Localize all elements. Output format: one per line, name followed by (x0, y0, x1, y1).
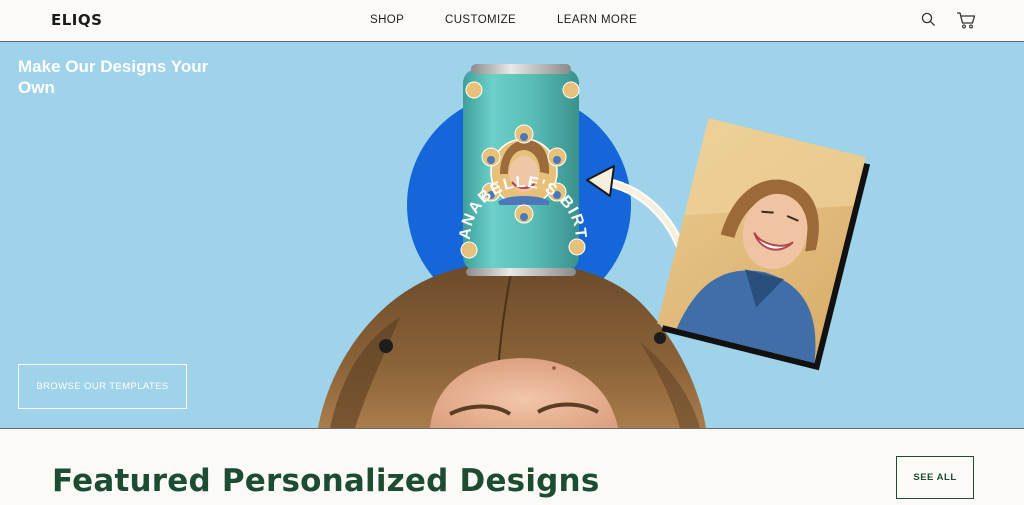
site-header: ELIQS SHOP CUSTOMIZE LEARN MORE (0, 0, 1024, 42)
hero-banner: ANABELLE'S BIRTHDAY BOOZE Make Our Desig… (0, 42, 1024, 429)
nav-customize[interactable]: CUSTOMIZE (445, 14, 516, 26)
cart-icon[interactable] (956, 11, 976, 34)
featured-title: Featured Personalized Designs (52, 463, 600, 499)
nav-learn-more[interactable]: LEARN MORE (557, 14, 637, 26)
browse-templates-button[interactable]: BROWSE OUR TEMPLATES (18, 364, 187, 409)
hero-title: Make Our Designs Your Own (18, 57, 209, 97)
search-icon[interactable] (921, 12, 936, 32)
person-head-image (318, 262, 706, 428)
main-nav: SHOP CUSTOMIZE LEARN MORE (0, 0, 1024, 41)
nav-shop[interactable]: SHOP (370, 14, 404, 26)
see-all-button[interactable]: SEE ALL (896, 456, 974, 499)
selfie-photo (657, 118, 871, 371)
